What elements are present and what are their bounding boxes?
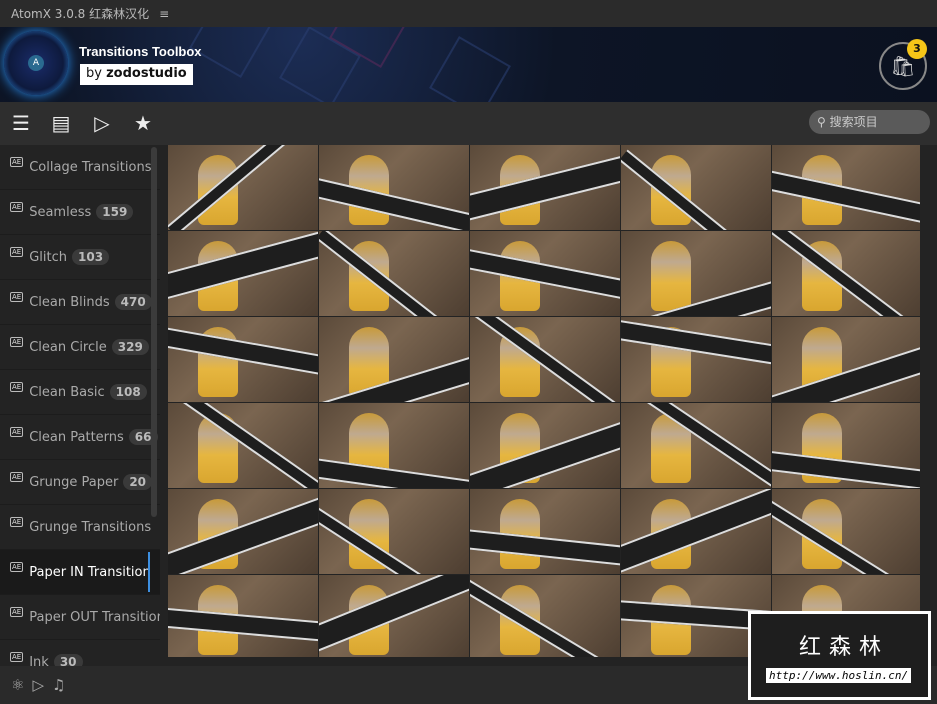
ae-file-icon: AE xyxy=(10,337,24,347)
transition-thumbnail[interactable] xyxy=(168,317,318,402)
item-count-badge: 159 xyxy=(96,204,134,220)
music-icon[interactable]: ♫ xyxy=(52,676,65,694)
ae-file-icon: AE xyxy=(10,607,24,617)
sidebar-item-label: Paper IN Transition xyxy=(29,564,151,580)
search-input[interactable]: ⚲ 搜索项目 xyxy=(809,110,930,134)
transition-thumbnail[interactable] xyxy=(772,489,920,574)
watermark-url: http://www.hoslin.cn/ xyxy=(766,668,912,683)
transition-thumbnail[interactable] xyxy=(621,231,771,316)
sidebar-item-label: Paper OUT Transition xyxy=(29,609,160,625)
sidebar-item-label: Ink xyxy=(29,654,49,667)
transition-thumbnail[interactable] xyxy=(319,231,469,316)
sidebar-item-label: Glitch xyxy=(29,249,67,265)
cart-count-badge: 3 xyxy=(907,39,927,59)
by-text: by xyxy=(86,66,102,81)
ae-file-icon: AE xyxy=(10,247,24,257)
sidebar-item-label: Clean Basic xyxy=(29,384,105,400)
transition-thumbnail[interactable] xyxy=(772,317,920,402)
product-title: Transitions Toolbox xyxy=(79,44,202,59)
sidebar-item[interactable]: AE Ink 30 xyxy=(0,640,160,666)
ae-file-icon: AE xyxy=(10,382,24,392)
ae-file-icon: AE xyxy=(10,157,24,167)
transition-thumbnail[interactable] xyxy=(470,317,620,402)
sidebar-item[interactable]: AE Glitch 103 xyxy=(0,235,160,280)
transition-thumbnail[interactable] xyxy=(470,489,620,574)
sidebar-item[interactable]: AE Grunge Transitions xyxy=(0,505,160,550)
sidebar-scrollbar[interactable] xyxy=(151,147,157,517)
ae-file-icon: AE xyxy=(10,652,24,662)
transition-thumbnail[interactable] xyxy=(168,489,318,574)
sidebar-item[interactable]: AE Paper OUT Transition xyxy=(0,595,160,640)
watermark-text: 红森林 xyxy=(799,635,890,660)
sliders-icon[interactable]: ☰ xyxy=(9,111,33,135)
title-bar: AtomX 3.0.8 红森林汉化 ≡ xyxy=(0,0,937,27)
sidebar-item-label: Collage Transitions xyxy=(29,159,152,175)
sidebar-item[interactable]: AE Paper IN Transition xyxy=(0,550,160,595)
author-label[interactable]: by zodostudio xyxy=(80,64,193,85)
item-count-badge: 30 xyxy=(53,654,83,666)
author-name: zodostudio xyxy=(106,66,187,81)
item-count-badge: 329 xyxy=(111,339,149,355)
transition-thumbnail[interactable] xyxy=(168,575,318,657)
banner: A Transitions Toolbox by zodostudio xyxy=(0,27,937,102)
video-icon[interactable]: ▷ xyxy=(32,676,44,694)
transition-thumbnail[interactable] xyxy=(470,145,620,230)
ae-file-icon: AE xyxy=(10,562,24,572)
ae-compositions-icon[interactable]: ⚛ xyxy=(11,676,24,694)
star-icon[interactable]: ★ xyxy=(131,111,155,135)
sidebar-item-label: Grunge Paper xyxy=(29,474,119,490)
sidebar-item-label: Grunge Transitions xyxy=(29,519,152,535)
transition-thumbnail[interactable] xyxy=(621,403,771,488)
ae-file-icon: AE xyxy=(10,517,24,527)
sidebar-item[interactable]: AE Grunge Paper 20 xyxy=(0,460,160,505)
watermark: 红森林 http://www.hoslin.cn/ xyxy=(748,611,931,700)
transition-thumbnail[interactable] xyxy=(621,145,771,230)
item-count-badge: 470 xyxy=(114,294,152,310)
category-sidebar: AE Collage Transitions AE Seamless 159 AE Glit… xyxy=(0,145,160,666)
sidebar-item-label: Clean Circle xyxy=(29,339,107,355)
sidebar-item[interactable]: AE Clean Blinds 470 xyxy=(0,280,160,325)
item-count-badge: 108 xyxy=(109,384,147,400)
sidebar-item-label: Clean Blinds xyxy=(29,294,110,310)
transition-thumbnail[interactable] xyxy=(772,403,920,488)
app-title: AtomX 3.0.8 红森林汉化 xyxy=(11,7,150,21)
transition-thumbnail[interactable] xyxy=(470,403,620,488)
transition-thumbnail[interactable] xyxy=(319,575,469,657)
transition-thumbnail[interactable] xyxy=(319,145,469,230)
transition-thumbnail[interactable] xyxy=(168,231,318,316)
transition-thumbnail[interactable] xyxy=(168,145,318,230)
transition-thumbnail[interactable] xyxy=(772,231,920,316)
menu-icon[interactable]: ≡ xyxy=(159,7,169,21)
atomx-logo: A xyxy=(4,31,68,95)
toolbar: ☰ ▤ ▷ ★ xyxy=(0,102,937,145)
ae-file-icon: AE xyxy=(10,202,24,212)
sidebar-item[interactable]: AE Collage Transitions xyxy=(0,145,160,190)
transition-thumbnail[interactable] xyxy=(470,231,620,316)
ae-file-icon: AE xyxy=(10,427,24,437)
item-count-badge: 103 xyxy=(72,249,110,265)
transition-thumbnail[interactable] xyxy=(319,403,469,488)
list-view-icon[interactable]: ▤ xyxy=(49,111,73,135)
transition-thumbnail[interactable] xyxy=(168,403,318,488)
search-placeholder: 搜索项目 xyxy=(829,115,878,129)
search-icon: ⚲ xyxy=(817,115,826,129)
ae-file-icon: AE xyxy=(10,472,24,482)
sidebar-item-label: Clean Patterns xyxy=(29,429,124,445)
video-file-icon[interactable]: ▷ xyxy=(90,111,114,135)
transition-thumbnail[interactable] xyxy=(621,317,771,402)
thumbnail-grid xyxy=(168,145,920,657)
sidebar-item[interactable]: AE Clean Patterns 66 xyxy=(0,415,160,460)
item-count-badge: 20 xyxy=(123,474,153,490)
transition-thumbnail[interactable] xyxy=(621,489,771,574)
sidebar-item[interactable]: AE Seamless 159 xyxy=(0,190,160,235)
transition-thumbnail[interactable] xyxy=(319,317,469,402)
sidebar-item[interactable]: AE Clean Circle 329 xyxy=(0,325,160,370)
transition-thumbnail[interactable] xyxy=(319,489,469,574)
ae-file-icon: AE xyxy=(10,292,24,302)
sidebar-item[interactable]: AE Clean Basic 108 xyxy=(0,370,160,415)
transition-thumbnail[interactable] xyxy=(772,145,920,230)
transition-thumbnail[interactable] xyxy=(470,575,620,657)
sidebar-item-label: Seamless xyxy=(29,204,92,220)
